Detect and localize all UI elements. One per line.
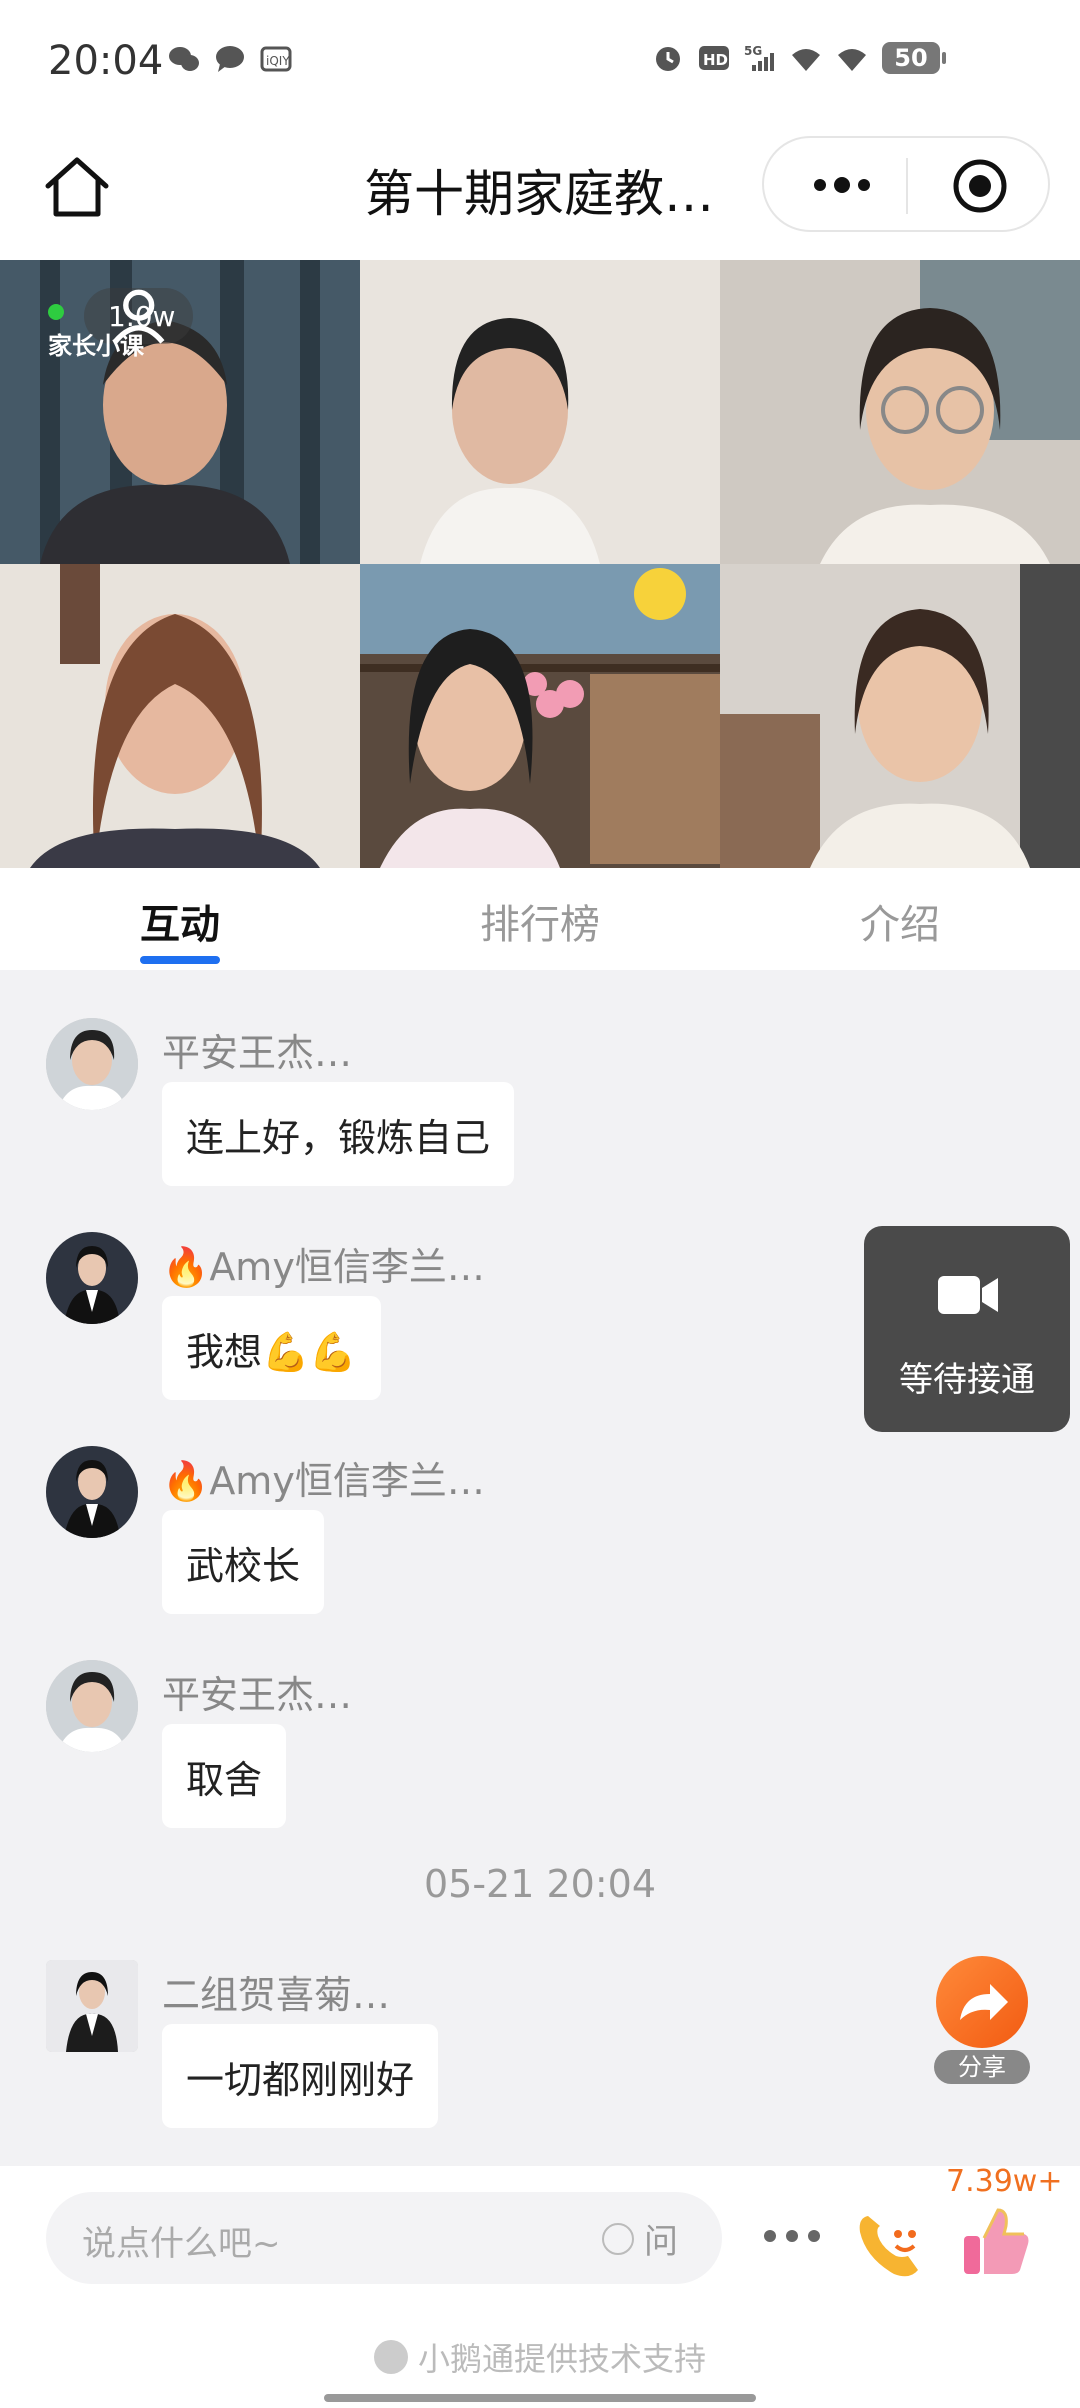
system-icons: HD 5G 50 [652,42,946,74]
5g-signal-icon: 5G [744,44,774,71]
question-label: 问 [644,2222,678,2262]
battery-level: 50 [894,44,928,72]
bottom-bar: 说点什么吧~ 问 7.39w+ 小鹅通提供技术支持 [0,2164,1080,2408]
wifi-icon [792,49,820,71]
question-toggle[interactable]: 问 [602,2214,678,2263]
video-feed [360,564,720,868]
video-camera-icon [938,1276,998,1314]
question-radio[interactable] [602,2222,634,2255]
alarm-icon [656,47,680,71]
message-username: 🔥Amy恒信李兰… [162,1459,485,1503]
video-feed [360,260,720,564]
chat-timestamp: 05-21 20:04 [423,1862,656,1906]
home-icon[interactable] [42,152,112,222]
message-bubble: 武校长 [162,1510,325,1614]
video-tile-guest-2[interactable] [360,260,720,564]
page-title: 第十期家庭教… [364,165,714,223]
tab-interaction[interactable]: 互动 [140,892,220,950]
video-feed [720,564,1080,868]
share-arrow-icon [960,1984,1008,2020]
powered-by-text: 小鹅通提供技术支持 [417,2340,706,2378]
capsule-divider [906,158,908,214]
chat-list[interactable]: 平安王杰… 连上好，锻炼自己 🔥Amy恒信李兰… 我想💪💪 🔥Amy恒信李兰… … [0,970,1080,2166]
hd-icon: HD [699,46,729,70]
video-tile-guest-3[interactable] [720,260,1080,564]
avatar[interactable] [46,1960,138,2052]
avatar[interactable] [46,1018,138,1110]
iqiyi-icon: iQIY [260,46,292,72]
svg-text:iQIY: iQIY [266,54,290,68]
mini-program-capsule [762,136,1050,232]
video-feed [0,564,360,868]
like-count: 7.39w+ [946,2164,1063,2199]
video-tile-guest-5[interactable] [360,564,720,868]
close-target-icon[interactable] [952,158,1008,214]
waiting-label: 等待接通 [899,1360,1035,1400]
brand-watermark: 家长小课 [48,332,144,360]
tab-ranking[interactable]: 排行榜 [480,892,600,950]
call-icon[interactable] [854,2206,930,2282]
wechat-icon [169,47,199,71]
svg-text:HD: HD [703,51,728,69]
message-bubble: 连上好，锻炼自己 [162,1082,515,1186]
live-indicator [48,304,64,320]
notification-icons: iQIY [168,44,292,74]
tab-bar: 互动 排行榜 介绍 [0,868,1080,970]
share-button[interactable]: 分享 [934,1956,1030,2096]
more-icon[interactable] [762,2226,822,2246]
message-bubble: 我想💪💪 [162,1296,381,1400]
video-tile-host[interactable]: 1.0w 家长小课 [0,260,360,564]
status-time: 20:04 [48,38,164,84]
waiting-call-card[interactable]: 等待接通 [864,1226,1070,1432]
message-username: 二组贺喜菊… [162,1973,391,2017]
home-indicator[interactable] [324,2394,756,2402]
message-username: 平安王杰… [162,1673,353,1717]
input-placeholder: 说点什么吧~ [82,2224,281,2264]
video-tile-guest-6[interactable] [720,564,1080,868]
comment-input[interactable]: 说点什么吧~ 问 [46,2192,722,2284]
message-username: 🔥Amy恒信李兰… [162,1245,485,1289]
thumbs-up-icon[interactable] [958,2204,1034,2280]
powered-by: 小鹅通提供技术支持 [0,2334,1080,2380]
more-icon[interactable] [802,160,882,210]
avatar[interactable] [46,1446,138,1538]
status-bar: 20:04 iQIY HD 5G 50 [0,0,1080,126]
message-bubble: 取舍 [162,1724,287,1828]
message-bubble: 一切都刚刚好 [162,2024,439,2128]
nav-bar: 第十期家庭教… [0,126,1080,260]
active-tab-indicator [140,956,220,964]
chat-bubble-icon [216,46,244,72]
message-username: 平安王杰… [162,1031,353,1075]
battery-icon: 50 [882,42,946,74]
video-feed [720,260,1080,564]
video-tile-guest-4[interactable] [0,564,360,868]
video-grid: 1.0w 家长小课 [0,260,1080,868]
avatar[interactable] [46,1232,138,1324]
share-circle [936,1956,1028,2048]
wifi-icon [838,49,866,71]
xiaoetong-logo-icon [373,2340,408,2374]
avatar[interactable] [46,1660,138,1752]
share-label: 分享 [934,2050,1030,2084]
tab-intro[interactable]: 介绍 [860,892,940,950]
svg-text:5G: 5G [744,44,762,58]
